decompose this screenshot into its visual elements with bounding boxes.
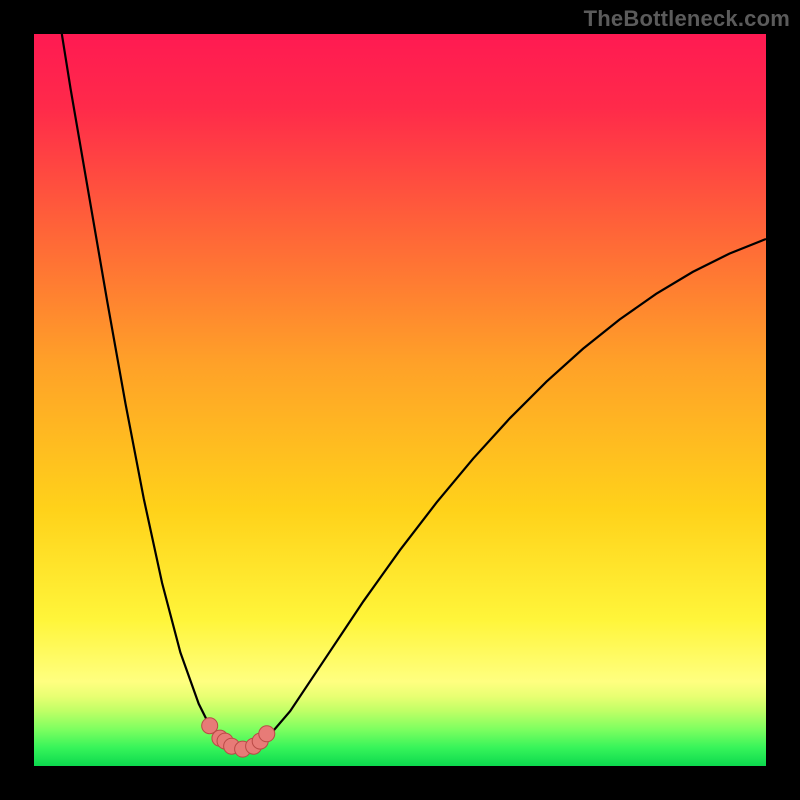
- plot-area: [34, 34, 766, 766]
- valley-marker: [259, 726, 275, 742]
- chart-svg: [34, 34, 766, 766]
- gradient-background: [34, 34, 766, 766]
- frame: TheBottleneck.com: [0, 0, 800, 800]
- watermark-text: TheBottleneck.com: [584, 6, 790, 32]
